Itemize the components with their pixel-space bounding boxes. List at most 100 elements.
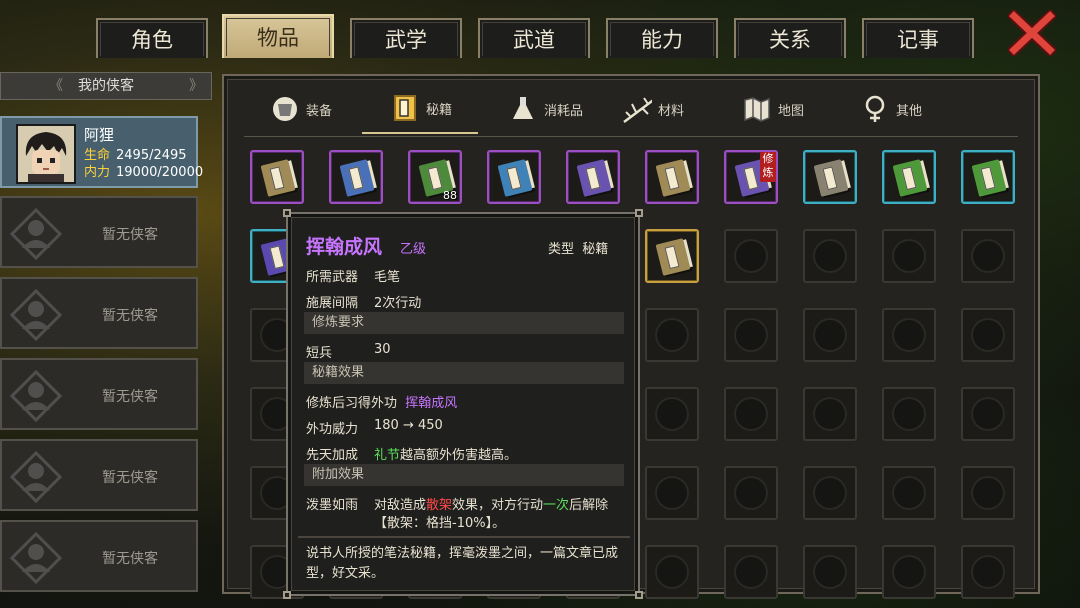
manual-book-icon bbox=[813, 159, 849, 197]
empty-slot[interactable] bbox=[803, 545, 857, 599]
character-portrait bbox=[16, 124, 76, 184]
potion-icon bbox=[508, 94, 538, 124]
subtab-other[interactable]: 其他 bbox=[860, 84, 922, 134]
empty-slot[interactable] bbox=[724, 308, 778, 362]
empty-slot[interactable] bbox=[882, 466, 936, 520]
effect-section: 秘籍效果 bbox=[304, 362, 624, 384]
subtab-label: 地图 bbox=[778, 103, 805, 119]
tab-abilities[interactable]: 能力 bbox=[606, 18, 718, 58]
inventory-item-slot[interactable] bbox=[250, 150, 304, 204]
empty-slot[interactable] bbox=[961, 387, 1015, 441]
empty-slot[interactable] bbox=[645, 466, 699, 520]
character-card-active[interactable]: 阿狸 生命 2495/2495 内力 19000/20000 bbox=[0, 116, 203, 188]
sidebar-header[interactable]: 《 我的侠客 》 bbox=[0, 72, 212, 100]
manual-book-icon bbox=[339, 159, 375, 197]
empty-slot[interactable] bbox=[803, 308, 857, 362]
interval-label: 施展间隔 bbox=[306, 296, 359, 311]
learn-row: 修炼后习得外功 挥翰成风 bbox=[306, 392, 457, 411]
tab-martial-arts[interactable]: 武学 bbox=[350, 18, 462, 58]
next-arrow-icon[interactable]: 》 bbox=[189, 73, 203, 99]
tab-journal[interactable]: 记事 bbox=[862, 18, 974, 58]
empty-slot[interactable] bbox=[645, 387, 699, 441]
empty-slot[interactable] bbox=[803, 229, 857, 283]
tab-items[interactable]: 物品 bbox=[222, 14, 334, 58]
empty-slot[interactable] bbox=[961, 545, 1015, 599]
tooltip-corner bbox=[635, 209, 643, 217]
empty-slot[interactable] bbox=[724, 387, 778, 441]
inventory-item-slot[interactable] bbox=[329, 150, 383, 204]
inventory-item-slot[interactable] bbox=[645, 229, 699, 283]
character-card-empty[interactable]: 暂无侠客 bbox=[0, 439, 198, 511]
inventory-item-slot[interactable] bbox=[487, 150, 541, 204]
empty-slot[interactable] bbox=[724, 229, 778, 283]
empty-avatar-icon bbox=[10, 532, 62, 584]
subtab-manuals[interactable]: 秘籍 bbox=[362, 84, 478, 134]
subtab-label: 秘籍 bbox=[426, 102, 453, 118]
item-count: 88 bbox=[443, 189, 457, 202]
empty-slot-label: 暂无侠客 bbox=[102, 227, 158, 243]
book-icon bbox=[390, 93, 420, 123]
empty-slot[interactable] bbox=[803, 387, 857, 441]
empty-slot[interactable] bbox=[882, 545, 936, 599]
inventory-item-slot[interactable] bbox=[961, 150, 1015, 204]
cultivating-tag: 修炼 bbox=[760, 152, 776, 182]
empty-slot[interactable] bbox=[645, 545, 699, 599]
manual-book-icon bbox=[892, 159, 928, 197]
inventory-item-slot[interactable]: 88 bbox=[408, 150, 462, 204]
inventory-item-slot[interactable] bbox=[645, 150, 699, 204]
main-tab-bar: 角色 物品 武学 武道 能力 关系 记事 bbox=[96, 14, 976, 58]
subtab-consumables[interactable]: 消耗品 bbox=[508, 84, 583, 134]
empty-slot[interactable] bbox=[961, 466, 1015, 520]
manual-book-icon bbox=[260, 159, 296, 197]
manual-book-icon bbox=[655, 159, 691, 197]
subtab-maps[interactable]: 地图 bbox=[742, 84, 804, 134]
mp-label: 内力 bbox=[84, 165, 111, 180]
weapon-label: 所需武器 bbox=[306, 270, 359, 285]
requirement-value: 30 bbox=[374, 342, 391, 357]
empty-slot[interactable] bbox=[724, 466, 778, 520]
inventory-item-slot[interactable] bbox=[566, 150, 620, 204]
empty-slot[interactable] bbox=[961, 308, 1015, 362]
empty-avatar-icon bbox=[10, 370, 62, 422]
character-card-empty[interactable]: 暂无侠客 bbox=[0, 277, 198, 349]
empty-slot[interactable] bbox=[882, 229, 936, 283]
weapon-value: 毛笔 bbox=[374, 270, 401, 285]
character-name: 阿狸 bbox=[84, 126, 115, 144]
extra-row: 泼墨如雨 对敌造成散架效果，对方行动一次后解除 bbox=[306, 494, 608, 513]
type-value: 秘籍 bbox=[582, 242, 609, 257]
innate-label: 先天加成 bbox=[306, 448, 359, 463]
tab-martial-path[interactable]: 武道 bbox=[478, 18, 590, 58]
inventory-item-slot[interactable] bbox=[882, 150, 936, 204]
extra-pre: 对敌造成 bbox=[374, 498, 427, 513]
tab-character[interactable]: 角色 bbox=[96, 18, 208, 58]
tab-relations[interactable]: 关系 bbox=[734, 18, 846, 58]
learn-label: 修炼后习得外功 bbox=[306, 396, 398, 411]
herb-icon bbox=[622, 94, 652, 124]
close-button[interactable] bbox=[1006, 8, 1058, 58]
empty-slot[interactable] bbox=[803, 466, 857, 520]
character-card-empty[interactable]: 暂无侠客 bbox=[0, 520, 198, 592]
power-value: 180 → 450 bbox=[374, 418, 443, 433]
manual-book-icon bbox=[971, 159, 1007, 197]
subtab-materials[interactable]: 材料 bbox=[622, 84, 684, 134]
empty-avatar-icon bbox=[10, 208, 62, 260]
prev-arrow-icon[interactable]: 《 bbox=[49, 73, 63, 99]
inventory-item-slot[interactable]: 修炼 bbox=[724, 150, 778, 204]
extra-count: 一次 bbox=[543, 498, 570, 513]
manual-book-icon bbox=[497, 159, 533, 197]
character-card-empty[interactable]: 暂无侠客 bbox=[0, 196, 198, 268]
empty-slot[interactable] bbox=[645, 308, 699, 362]
item-description: 说书人所授的笔法秘籍，挥毫泼墨之间，一篇文章已成型，好文采。 bbox=[306, 546, 619, 581]
subtab-equipment[interactable]: 装备 bbox=[270, 84, 332, 134]
tooltip-corner bbox=[635, 591, 643, 599]
tooltip-corner bbox=[283, 591, 291, 599]
character-card-empty[interactable]: 暂无侠客 bbox=[0, 358, 198, 430]
empty-slot-label: 暂无侠客 bbox=[102, 551, 158, 567]
empty-slot[interactable] bbox=[961, 229, 1015, 283]
inventory-item-slot[interactable] bbox=[803, 150, 857, 204]
weapon-row: 所需武器 毛笔 bbox=[306, 266, 400, 285]
empty-slot[interactable] bbox=[724, 545, 778, 599]
other-icon bbox=[860, 94, 890, 124]
empty-slot[interactable] bbox=[882, 387, 936, 441]
empty-slot[interactable] bbox=[882, 308, 936, 362]
